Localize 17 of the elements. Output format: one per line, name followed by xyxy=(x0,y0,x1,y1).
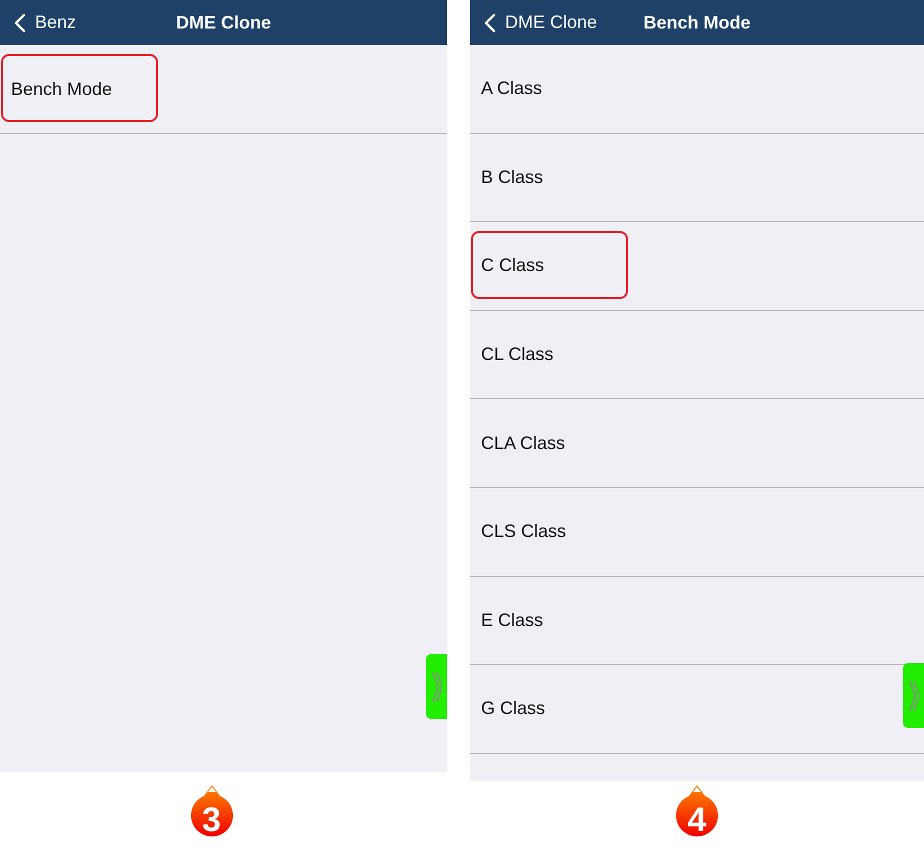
list-item[interactable]: CLA Class xyxy=(470,399,924,488)
floating-side-menu[interactable] xyxy=(426,654,447,719)
screen-title: DME Clone xyxy=(176,12,271,33)
list-item[interactable]: Bench Mode xyxy=(0,45,447,134)
double-chevron-icon[interactable] xyxy=(908,678,918,712)
back-link[interactable]: DME Clone xyxy=(505,12,598,33)
list-item[interactable]: CL Class xyxy=(470,310,924,400)
back-link[interactable]: Benz xyxy=(35,12,76,33)
list-item[interactable]: C Class xyxy=(470,222,924,311)
list-item[interactable]: CLS Class xyxy=(470,488,924,577)
list-item[interactable]: B Class xyxy=(470,134,924,222)
double-chevron-icon[interactable] xyxy=(432,670,442,704)
back-chevron-icon[interactable] xyxy=(484,12,496,32)
floating-side-menu[interactable] xyxy=(903,663,924,728)
back-chevron-icon[interactable] xyxy=(14,12,26,32)
list-item[interactable]: A Class xyxy=(470,45,924,134)
screen-title: Bench Mode xyxy=(644,12,750,33)
